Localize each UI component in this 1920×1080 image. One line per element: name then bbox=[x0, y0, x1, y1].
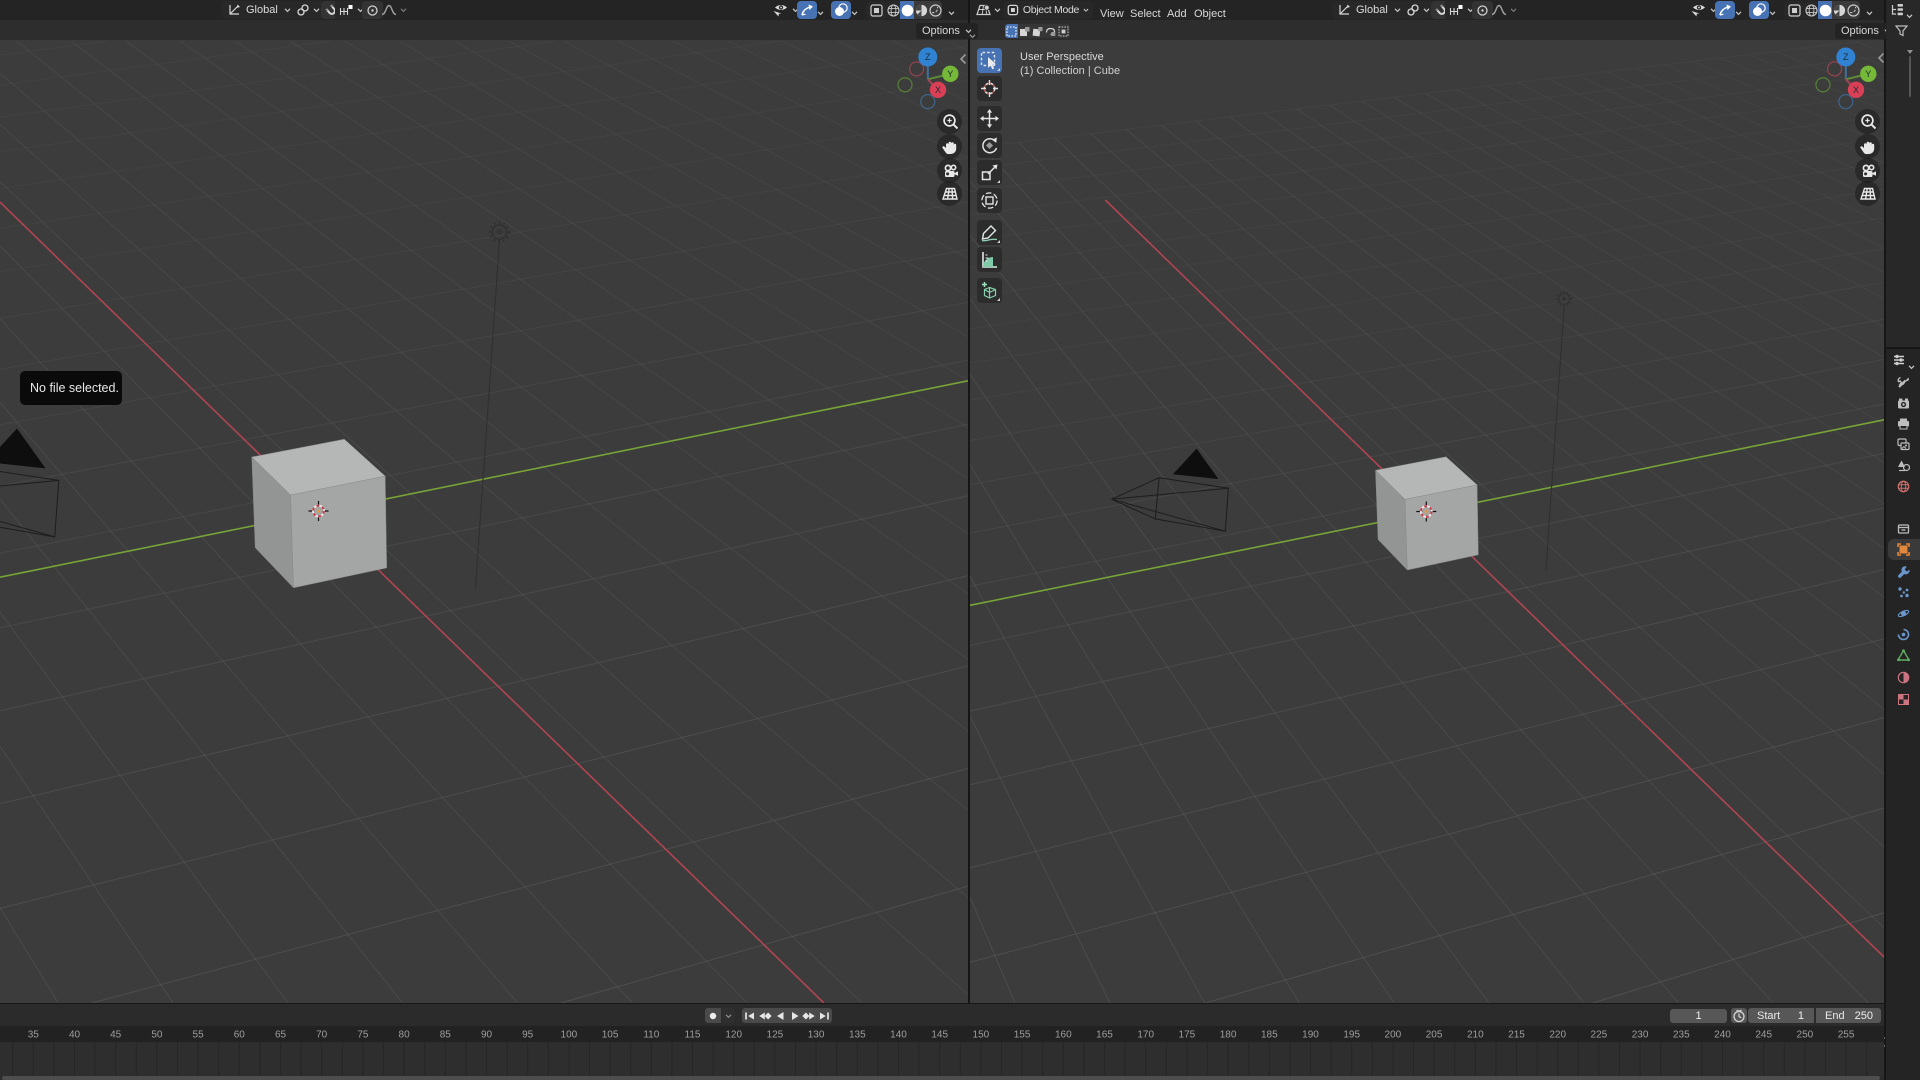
svg-text:225: 225 bbox=[1591, 1030, 1608, 1041]
svg-text:Y: Y bbox=[1865, 69, 1871, 79]
svg-text:X: X bbox=[1853, 85, 1859, 95]
svg-text:70: 70 bbox=[316, 1030, 328, 1041]
svg-text:170: 170 bbox=[1137, 1030, 1154, 1041]
svg-text:35: 35 bbox=[28, 1030, 40, 1041]
svg-text:145: 145 bbox=[931, 1030, 948, 1041]
svg-text:185: 185 bbox=[1261, 1030, 1278, 1041]
svg-text:90: 90 bbox=[481, 1030, 493, 1041]
svg-text:135: 135 bbox=[849, 1030, 866, 1041]
svg-text:245: 245 bbox=[1755, 1030, 1772, 1041]
svg-text:45: 45 bbox=[110, 1030, 122, 1041]
svg-text:125: 125 bbox=[767, 1030, 784, 1041]
svg-text:255: 255 bbox=[1838, 1030, 1855, 1041]
svg-text:75: 75 bbox=[357, 1030, 369, 1041]
svg-text:220: 220 bbox=[1549, 1030, 1566, 1041]
svg-text:140: 140 bbox=[890, 1030, 907, 1041]
svg-text:200: 200 bbox=[1385, 1030, 1402, 1041]
svg-text:Y: Y bbox=[947, 69, 953, 79]
svg-text:190: 190 bbox=[1302, 1030, 1319, 1041]
svg-text:105: 105 bbox=[602, 1030, 619, 1041]
svg-text:195: 195 bbox=[1343, 1030, 1360, 1041]
svg-text:235: 235 bbox=[1673, 1030, 1690, 1041]
svg-text:175: 175 bbox=[1179, 1030, 1196, 1041]
svg-text:210: 210 bbox=[1467, 1030, 1484, 1041]
svg-text:40: 40 bbox=[69, 1030, 81, 1041]
svg-text:155: 155 bbox=[1014, 1030, 1031, 1041]
svg-text:115: 115 bbox=[685, 1030, 701, 1041]
svg-text:50: 50 bbox=[151, 1030, 163, 1041]
svg-text:110: 110 bbox=[643, 1030, 659, 1041]
svg-text:X: X bbox=[935, 85, 941, 95]
svg-text:250: 250 bbox=[1797, 1030, 1814, 1041]
svg-text:95: 95 bbox=[522, 1030, 534, 1041]
svg-text:240: 240 bbox=[1714, 1030, 1731, 1041]
svg-text:130: 130 bbox=[808, 1030, 825, 1041]
svg-text:180: 180 bbox=[1220, 1030, 1237, 1041]
svg-text:230: 230 bbox=[1632, 1030, 1649, 1041]
svg-text:80: 80 bbox=[399, 1030, 411, 1041]
svg-text:160: 160 bbox=[1055, 1030, 1072, 1041]
svg-text:65: 65 bbox=[275, 1030, 287, 1041]
svg-text:60: 60 bbox=[234, 1030, 246, 1041]
svg-text:Z: Z bbox=[925, 52, 931, 62]
svg-text:120: 120 bbox=[725, 1030, 742, 1041]
svg-text:150: 150 bbox=[973, 1030, 990, 1041]
svg-text:85: 85 bbox=[440, 1030, 452, 1041]
svg-text:Z: Z bbox=[1843, 52, 1849, 62]
svg-text:215: 215 bbox=[1508, 1030, 1525, 1041]
svg-text:55: 55 bbox=[193, 1030, 205, 1041]
svg-text:205: 205 bbox=[1426, 1030, 1443, 1041]
svg-text:100: 100 bbox=[561, 1030, 578, 1041]
svg-text:165: 165 bbox=[1096, 1030, 1113, 1041]
